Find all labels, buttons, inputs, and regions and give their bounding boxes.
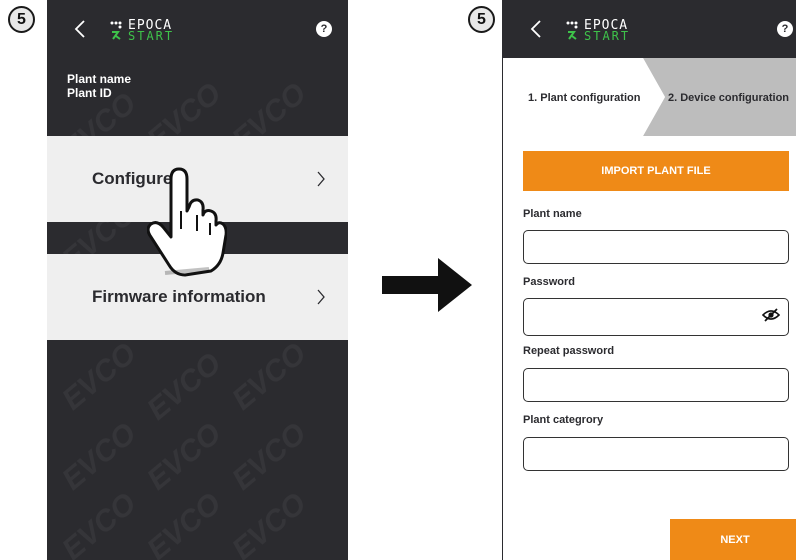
logo-mark-icon — [110, 21, 122, 40]
arrow-right-icon — [382, 258, 472, 312]
menu-item-label: Firmware information — [92, 287, 266, 306]
watermark: EVCO — [141, 416, 228, 497]
logo-word-start: START — [128, 29, 175, 43]
repeat-password-field[interactable] — [523, 368, 789, 402]
wizard-step-plant-configuration[interactable]: 1. Plant configuration — [528, 92, 640, 104]
help-icon[interactable]: ? — [316, 21, 332, 37]
watermark: EVCO — [141, 346, 228, 427]
watermark: EVCO — [226, 416, 313, 497]
password-field[interactable] — [523, 298, 789, 336]
chevron-right-icon — [317, 289, 325, 305]
plant-name-field[interactable] — [523, 230, 789, 264]
chevron-right-icon — [317, 171, 325, 187]
watermark: EVCO — [226, 336, 313, 417]
step-number-badge: 5 — [8, 6, 35, 33]
next-button[interactable]: NEXT — [670, 519, 796, 560]
repeat-password-label: Repeat password — [523, 345, 615, 357]
watermark: EVCO — [56, 416, 143, 497]
epoca-start-logo: EPOCA START — [566, 18, 666, 43]
wizard-step-device-configuration[interactable]: 2. Device configuration — [668, 92, 789, 104]
logo-mark-icon — [566, 21, 578, 40]
back-chevron-icon[interactable] — [73, 19, 87, 39]
epoca-start-logo: EPOCA START — [110, 18, 210, 43]
left-phone-screen: EVCO EVCO EVCO EVCO EVCO EVCO EVCO EVCO … — [47, 0, 348, 560]
help-icon[interactable]: ? — [777, 21, 793, 37]
plant-name-text: Plant name — [67, 72, 132, 86]
logo-word-start: START — [584, 29, 631, 43]
plant-category-field[interactable] — [523, 437, 789, 471]
plant-category-label: Plant categrory — [523, 414, 604, 426]
watermark: EVCO — [56, 486, 143, 560]
app-header: EPOCA START ? — [503, 0, 796, 58]
tap-hand-icon — [147, 167, 227, 277]
back-chevron-icon[interactable] — [529, 19, 543, 39]
watermark: EVCO — [141, 486, 228, 560]
wizard-steps: 1. Plant configuration 2. Device configu… — [503, 58, 796, 136]
password-label: Password — [523, 276, 575, 288]
step-number-badge: 5 — [468, 6, 495, 33]
app-header: EPOCA START ? — [47, 0, 348, 58]
plant-id-text: Plant ID — [67, 86, 112, 100]
watermark: EVCO — [226, 486, 313, 560]
right-phone-screen: EPOCA START ? 1. Plant configuration 2. … — [502, 0, 796, 560]
plant-info: Plant name Plant ID — [67, 72, 131, 100]
import-plant-file-button[interactable]: IMPORT PLANT FILE — [523, 151, 789, 191]
plant-name-label: Plant name — [523, 208, 582, 220]
watermark: EVCO — [56, 336, 143, 417]
eye-slash-icon[interactable] — [762, 308, 780, 322]
